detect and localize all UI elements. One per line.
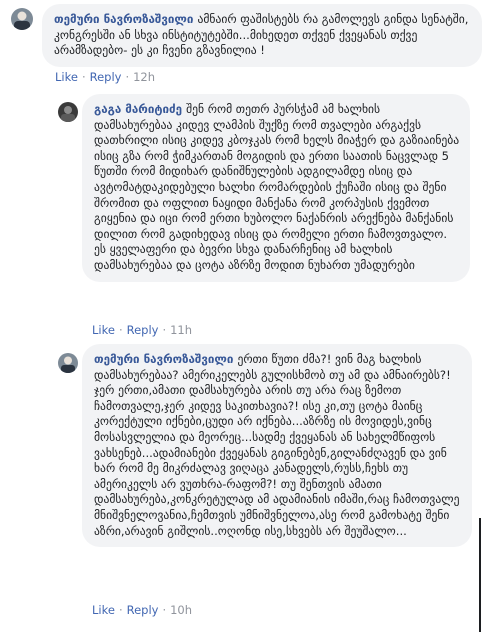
like-button[interactable]: Like bbox=[92, 323, 115, 337]
reply-button[interactable]: Reply bbox=[90, 70, 122, 84]
avatar[interactable] bbox=[58, 353, 78, 373]
comment-author[interactable]: თემური ნავროზაშვილი bbox=[94, 352, 237, 366]
comment-bubble: თემური ნავროზაშვილი ერთი წუთი ძმა?! ვინ … bbox=[82, 344, 472, 548]
separator: · bbox=[118, 603, 123, 617]
separator: · bbox=[162, 603, 167, 617]
comment-author[interactable]: თემური ნავროზაშვილი bbox=[54, 12, 197, 26]
comment-bubble: გაგა მარიტიძე შენ რომ თეთრ პურსჭამ ამ ხა… bbox=[82, 94, 470, 282]
comment-actions: Like · Reply · 10h bbox=[92, 603, 192, 617]
avatar[interactable] bbox=[11, 8, 33, 30]
avatar[interactable] bbox=[58, 102, 78, 122]
comment-author[interactable]: გაგა მარიტიძე bbox=[94, 102, 186, 116]
reply-button[interactable]: Reply bbox=[127, 603, 159, 617]
comment-actions: Like · Reply · 11h bbox=[92, 323, 192, 337]
timestamp[interactable]: 11h bbox=[170, 323, 192, 337]
reply-button[interactable]: Reply bbox=[127, 323, 159, 337]
comment-bubble: თემური ნავროზაშვილი ამნაირ ფაშისტებს რა … bbox=[42, 4, 482, 67]
comment-text: ერთი წუთი ძმა?! ვინ მაგ ხალხის დამსახურე… bbox=[94, 352, 460, 538]
separator: · bbox=[118, 323, 123, 337]
scrollbar[interactable] bbox=[479, 518, 481, 632]
timestamp[interactable]: 10h bbox=[170, 603, 192, 617]
separator: · bbox=[81, 70, 86, 84]
like-button[interactable]: Like bbox=[55, 70, 78, 84]
separator: · bbox=[125, 70, 130, 84]
like-button[interactable]: Like bbox=[92, 603, 115, 617]
comment-text: შენ რომ თეთრ პურსჭამ ამ ხალხის დამსახურე… bbox=[94, 102, 460, 272]
separator: · bbox=[162, 323, 167, 337]
comment-actions: Like · Reply · 12h bbox=[55, 70, 155, 84]
timestamp[interactable]: 12h bbox=[133, 70, 155, 84]
